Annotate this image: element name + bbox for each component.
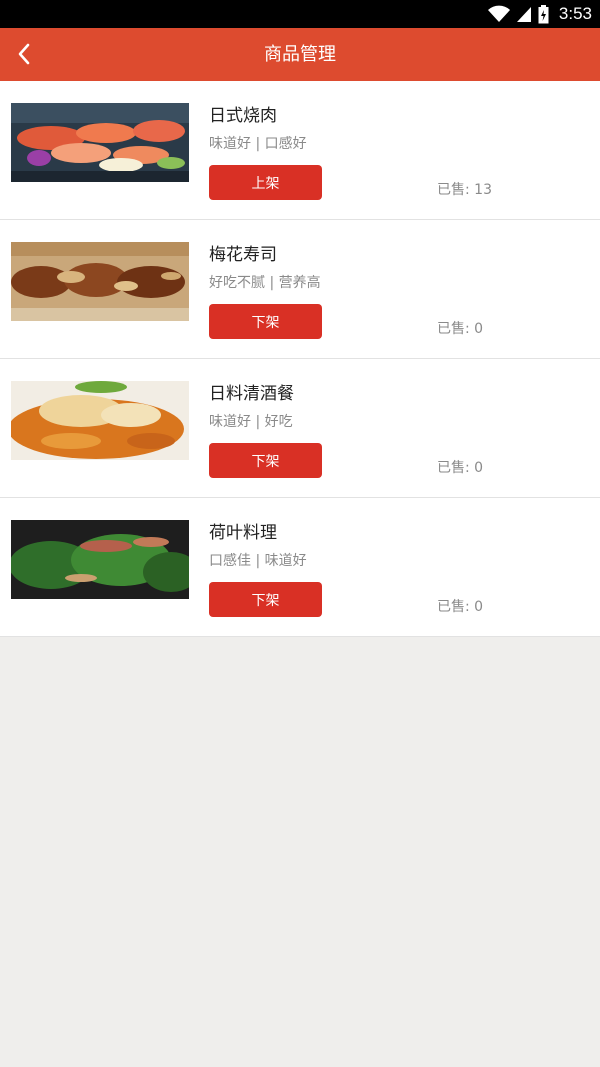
unlist-product-button[interactable]: 下架 [209,582,322,617]
back-button[interactable] [8,38,40,70]
product-tags: 口感佳 | 味道好 [209,553,307,569]
unlist-product-button[interactable]: 下架 [209,304,322,339]
product-list: 日式烧肉 味道好 | 口感好 上架 已售: 13 梅花寿司 好吃不腻 | 营养高… [0,81,600,637]
sold-count: 已售: 0 [437,599,484,615]
chevron-left-icon [18,43,30,65]
sold-count: 已售: 0 [437,460,484,476]
product-name: 日料清酒餐 [209,384,294,404]
sold-count: 已售: 0 [437,321,484,337]
list-product-button[interactable]: 上架 [209,165,322,200]
status-bar: 3:53 [0,0,600,28]
product-tags: 味道好 | 口感好 [209,136,307,152]
product-image [11,103,189,182]
product-image [11,520,189,599]
sold-count: 已售: 13 [437,182,492,198]
cell-signal-icon [516,7,531,22]
battery-icon [538,4,549,23]
product-image [11,381,189,460]
title-bar: 商品管理 [0,28,600,81]
product-row[interactable]: 日式烧肉 味道好 | 口感好 上架 已售: 13 [0,81,600,220]
product-name: 荷叶料理 [209,523,277,543]
product-row[interactable]: 荷叶料理 口感佳 | 味道好 下架 已售: 0 [0,498,600,637]
product-row[interactable]: 日料清酒餐 味道好 | 好吃 下架 已售: 0 [0,359,600,498]
unlist-product-button[interactable]: 下架 [209,443,322,478]
page-title: 商品管理 [264,44,336,65]
product-name: 日式烧肉 [209,106,277,126]
clock-time: 3:53 [558,4,592,23]
product-row[interactable]: 梅花寿司 好吃不腻 | 营养高 下架 已售: 0 [0,220,600,359]
wifi-icon [487,5,510,22]
product-tags: 味道好 | 好吃 [209,414,293,430]
product-image [11,242,189,321]
product-tags: 好吃不腻 | 营养高 [209,275,321,291]
product-name: 梅花寿司 [209,245,277,265]
